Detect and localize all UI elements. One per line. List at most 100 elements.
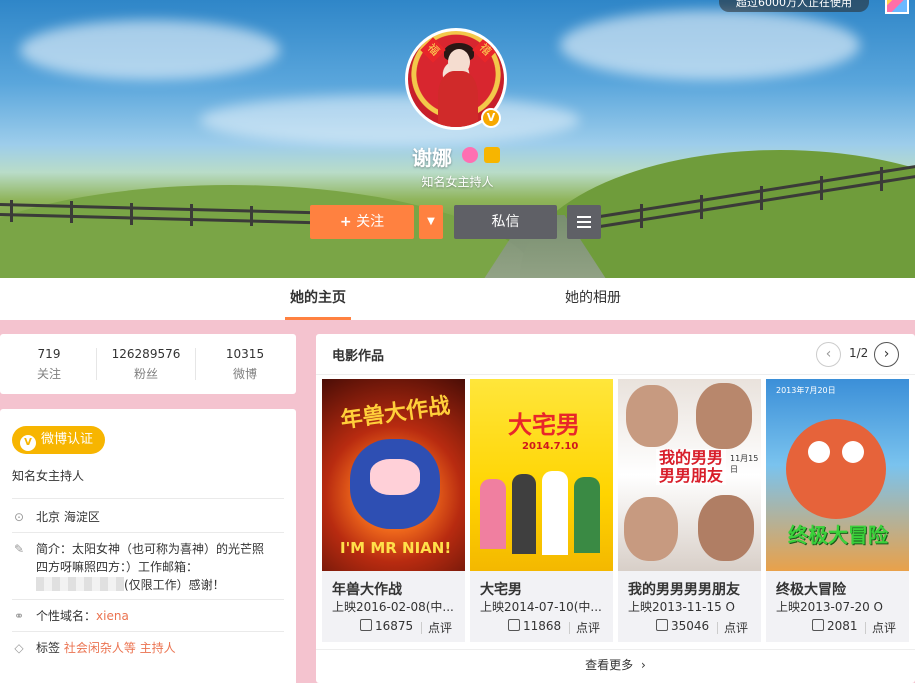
poster-character bbox=[542, 471, 568, 555]
movie-release-date: 上映2013-11-15 O bbox=[628, 600, 735, 614]
location-text: 北京 海淀区 bbox=[36, 510, 100, 524]
movie-title[interactable]: 我的男男男男朋友 bbox=[628, 579, 740, 599]
search-icon[interactable] bbox=[462, 147, 478, 163]
tags-row: ◇ 标签 社会闲杂人等 主持人 bbox=[12, 639, 284, 657]
thumbs-up-icon bbox=[656, 619, 668, 631]
movie-title[interactable]: 大宅男 bbox=[480, 579, 522, 599]
tags-links[interactable]: 社会闲杂人等 主持人 bbox=[64, 641, 176, 655]
poster-character-face bbox=[624, 497, 678, 561]
domain-row: ⚭ 个性域名：xiena bbox=[12, 607, 284, 625]
stat-value: 10315 bbox=[225, 347, 265, 361]
poster-character-face bbox=[626, 385, 678, 447]
movies-section-title: 电影作品 bbox=[332, 349, 385, 364]
movie-poster[interactable]: 2013年7月20日 终极大冒险 bbox=[766, 379, 909, 571]
message-button[interactable]: 私信 bbox=[454, 205, 557, 239]
member-crown-icon[interactable] bbox=[484, 147, 500, 163]
divider bbox=[12, 498, 284, 499]
movie-like-button[interactable]: 2081 bbox=[812, 619, 858, 633]
thumbs-up-icon bbox=[360, 619, 372, 631]
stat-fans[interactable]: 126289576 粉丝 bbox=[97, 347, 195, 382]
bio-line: (仅限工作）感谢！ bbox=[36, 576, 284, 594]
poster-title: 大宅男 bbox=[508, 411, 580, 439]
fence-post bbox=[10, 200, 13, 222]
profile-tabs: 她的主页 她的相册 bbox=[0, 278, 915, 320]
stat-following[interactable]: 719 关注 bbox=[0, 347, 98, 382]
edit-icon: ✎ bbox=[13, 542, 25, 556]
movie-item[interactable]: 大宅男 2014.7.10 大宅男 上映2014-07-10(中... 1186… bbox=[470, 379, 613, 642]
view-more-link[interactable]: 查看更多 › bbox=[316, 649, 915, 683]
cloud bbox=[20, 20, 280, 80]
stat-value: 126289576 bbox=[111, 347, 181, 361]
divider bbox=[421, 622, 422, 634]
divider bbox=[12, 532, 284, 533]
poster-subtitle: 11月15日 bbox=[730, 454, 759, 474]
chevron-down-icon: ▼ bbox=[427, 216, 435, 227]
bio-line-suffix: (仅限工作）感谢！ bbox=[124, 578, 225, 592]
movie-review-button[interactable]: 点评 bbox=[428, 619, 452, 636]
follow-dropdown-button[interactable]: ▼ bbox=[419, 205, 443, 239]
movie-poster[interactable]: 年兽大作战 I'M MR NIAN! bbox=[322, 379, 465, 571]
movie-review-button[interactable]: 点评 bbox=[872, 619, 896, 636]
movie-like-button[interactable]: 16875 bbox=[360, 619, 413, 633]
weibo-verified-badge[interactable]: V 微博认证 bbox=[12, 426, 106, 454]
promo-banner[interactable]: 超过6000万人正在使用 bbox=[719, 0, 869, 12]
movie-release-date: 上映2013-07-20 O bbox=[776, 600, 883, 614]
movie-like-button[interactable]: 11868 bbox=[508, 619, 561, 633]
plus-icon: + bbox=[339, 214, 352, 230]
divider bbox=[717, 622, 718, 634]
movie-like-button[interactable]: 35046 bbox=[656, 619, 709, 633]
domain-link[interactable]: xiena bbox=[96, 609, 129, 623]
stat-label: 微博 bbox=[232, 367, 257, 381]
movie-review-button[interactable]: 点评 bbox=[576, 619, 600, 636]
movie-poster[interactable]: 大宅男 2014.7.10 bbox=[470, 379, 613, 571]
movie-like-count: 16875 bbox=[375, 619, 414, 633]
movie-item[interactable]: 我的男男男男朋友 11月15日 我的男男男男朋友 上映2013-11-15 O … bbox=[618, 379, 761, 642]
movie-review-button[interactable]: 点评 bbox=[724, 619, 748, 636]
thumbs-up-icon bbox=[812, 619, 824, 631]
app-icon[interactable] bbox=[885, 0, 909, 14]
verified-v-icon: V bbox=[20, 435, 36, 451]
blurred-email bbox=[36, 577, 124, 591]
divider bbox=[316, 374, 915, 375]
movie-title[interactable]: 年兽大作战 bbox=[332, 579, 402, 599]
page-indicator: 1/2 bbox=[849, 346, 869, 360]
more-menu-button[interactable] bbox=[567, 205, 601, 239]
poster-character bbox=[480, 479, 506, 549]
menu-icon bbox=[577, 221, 591, 223]
fence-post bbox=[640, 204, 643, 228]
next-page-button[interactable]: › bbox=[874, 342, 899, 367]
poster-subtitle: I'M MR NIAN! bbox=[340, 539, 452, 557]
poster-character-face bbox=[696, 383, 752, 449]
cloud bbox=[200, 95, 580, 145]
tags-label: 标签 bbox=[36, 641, 61, 655]
menu-icon bbox=[577, 216, 591, 218]
prev-page-button[interactable]: ‹ bbox=[816, 342, 841, 367]
stat-label: 关注 bbox=[36, 367, 61, 381]
follow-button[interactable]: + 关注 bbox=[310, 205, 414, 239]
poster-title: 我的男男男男朋友 bbox=[656, 449, 726, 485]
tab-home[interactable]: 她的主页 bbox=[285, 278, 351, 320]
avatar-decoration: 禧 bbox=[472, 37, 498, 63]
chevron-right-icon: › bbox=[883, 346, 890, 362]
movie-item[interactable]: 年兽大作战 I'M MR NIAN! 年兽大作战 上映2016-02-08(中.… bbox=[322, 379, 465, 642]
movie-poster[interactable]: 我的男男男男朋友 11月15日 bbox=[618, 379, 761, 571]
poster-character-face bbox=[698, 495, 754, 561]
thumbs-up-icon bbox=[508, 619, 520, 631]
poster-character bbox=[512, 474, 536, 554]
poster-character-eye bbox=[842, 441, 864, 463]
movie-title[interactable]: 终极大冒险 bbox=[776, 579, 846, 599]
divider bbox=[12, 631, 284, 632]
follow-label: 关注 bbox=[356, 214, 385, 230]
avatar-decoration: 福 bbox=[420, 37, 446, 63]
fence-post bbox=[700, 195, 703, 219]
tab-album[interactable]: 她的相册 bbox=[560, 278, 626, 320]
chevron-right-icon: › bbox=[641, 658, 646, 672]
movie-item[interactable]: 2013年7月20日 终极大冒险 终极大冒险 上映2013-07-20 O 20… bbox=[766, 379, 909, 642]
link-icon: ⚭ bbox=[13, 609, 25, 623]
stat-weibo[interactable]: 10315 微博 bbox=[196, 347, 294, 382]
view-more-label: 查看更多 bbox=[585, 658, 634, 672]
verify-title: 知名女主持人 bbox=[12, 469, 85, 483]
fence-post bbox=[130, 203, 133, 225]
location-row: ⊙ 北京 海淀区 bbox=[12, 508, 284, 526]
poster-title: 终极大冒险 bbox=[788, 523, 888, 547]
